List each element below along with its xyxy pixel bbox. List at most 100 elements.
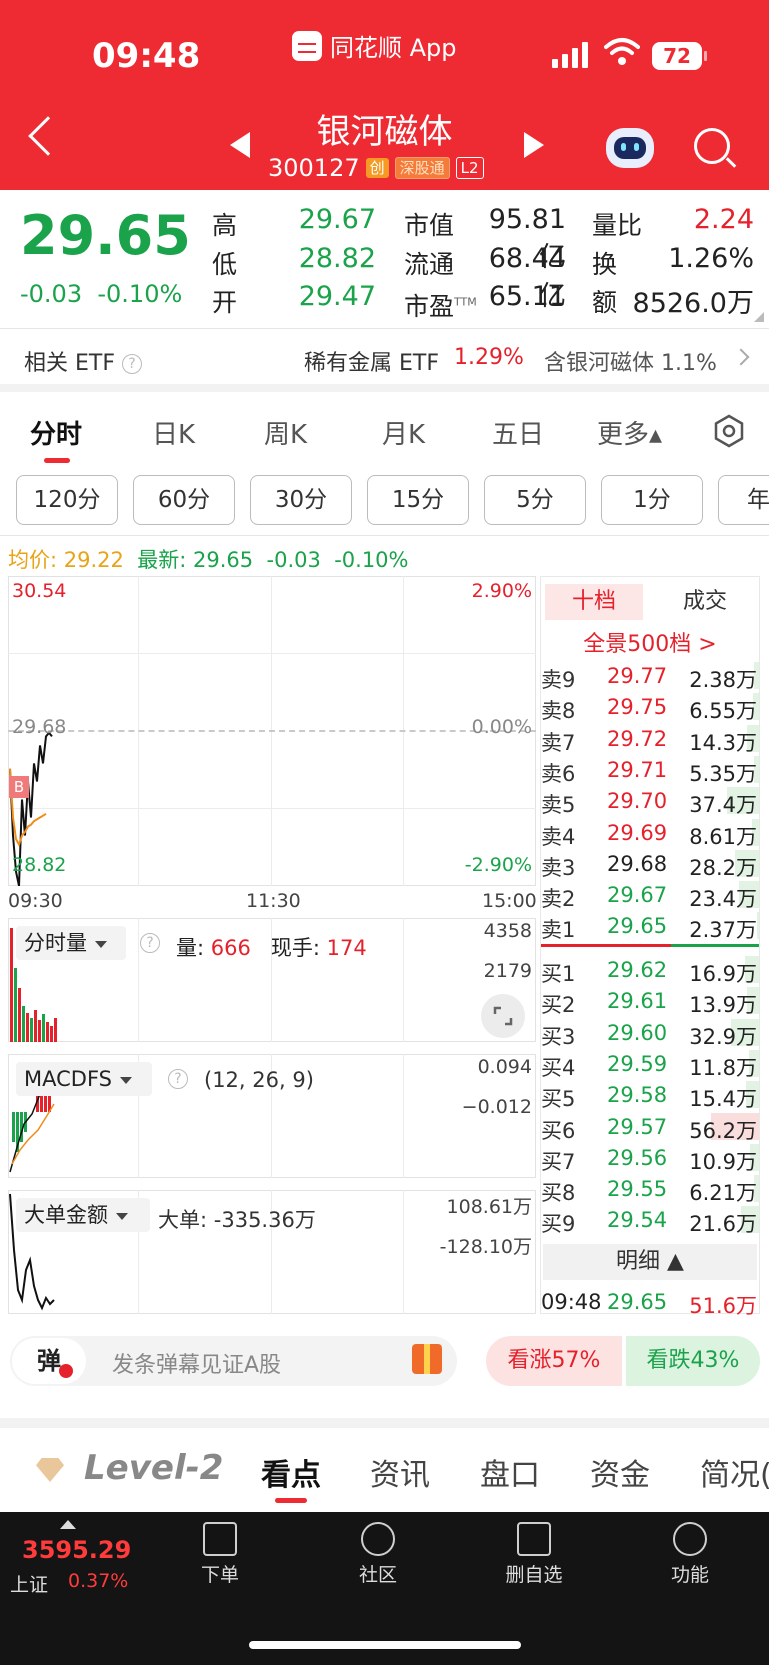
buy-level-row[interactable]: 买3 29.60 32.9万 bbox=[541, 1017, 759, 1049]
tab-five-day[interactable]: 五日 bbox=[492, 414, 544, 451]
etf-label-row[interactable]: 相关 ETF ? bbox=[24, 345, 142, 377]
nav-functions[interactable]: 功能 bbox=[650, 1522, 730, 1587]
etf-name[interactable]: 稀有金属 ETF bbox=[304, 345, 439, 377]
index-value[interactable]: 3595.29 bbox=[22, 1536, 131, 1564]
nav-remove-watchlist[interactable]: 删自选 bbox=[494, 1522, 574, 1587]
tab-ten-level[interactable]: 十档 bbox=[545, 584, 643, 620]
etf-pct: 1.29% bbox=[454, 345, 524, 370]
bigorder-readout: 大单: -335.36万 bbox=[158, 1204, 316, 1234]
stock-code-row: 300127 创 深股通 L2 bbox=[268, 154, 484, 182]
level-price: 29.57 bbox=[607, 1114, 668, 1139]
wifi-icon bbox=[604, 38, 640, 65]
help-icon[interactable]: ? bbox=[122, 354, 142, 374]
period-year[interactable]: 年 bbox=[718, 475, 769, 525]
level-volume: 15.4万 bbox=[689, 1087, 757, 1112]
chevron-right-icon[interactable] bbox=[732, 348, 750, 366]
full-depth-link[interactable]: 全景500档 > bbox=[541, 626, 759, 658]
level2-tab[interactable]: Level-2 bbox=[84, 1448, 223, 1488]
detail-toggle[interactable]: 明细 ▲ bbox=[543, 1244, 757, 1280]
buy-level-row[interactable]: 买4 29.59 11.8万 bbox=[541, 1048, 759, 1080]
sell-level-row[interactable]: 卖9 29.77 2.38万 bbox=[541, 660, 759, 692]
buy-marker[interactable]: B bbox=[9, 776, 29, 798]
settings-hex-icon[interactable] bbox=[712, 414, 746, 448]
level-volume: 16.9万 bbox=[689, 962, 757, 986]
tab-more[interactable]: 更多▴ bbox=[597, 414, 662, 451]
sell-level-row[interactable]: 卖5 29.70 37.4万 bbox=[541, 785, 759, 817]
tab-funds[interactable]: 资金 bbox=[590, 1450, 650, 1494]
index-pct: 0.37% bbox=[68, 1570, 129, 1592]
level-volume: 2.38万 bbox=[689, 668, 757, 692]
tab-weekly-k[interactable]: 周K bbox=[264, 414, 307, 451]
tab-news[interactable]: 资讯 bbox=[370, 1450, 430, 1494]
period-60m[interactable]: 60分 bbox=[133, 475, 235, 525]
tab-highlights[interactable]: 看点 bbox=[261, 1450, 321, 1494]
buy-level-row[interactable]: 买2 29.61 13.9万 bbox=[541, 985, 759, 1018]
tab-trades[interactable]: 成交 bbox=[656, 584, 754, 620]
y-mid-label: 29.68 bbox=[12, 716, 67, 738]
header-bar: 09:48 同花顺 App 72 银河磁体 300127 创 深股通 L2 bbox=[0, 0, 769, 190]
help-icon[interactable]: ? bbox=[168, 1069, 188, 1089]
volume-readout: 量: 666 现手: 174 bbox=[176, 932, 367, 962]
app-logo-icon bbox=[292, 30, 322, 61]
sell-level-row[interactable]: 卖3 29.68 28.2万 bbox=[541, 848, 759, 880]
tab-daily-k[interactable]: 日K bbox=[152, 414, 195, 451]
pct-bottom-label: -2.90% bbox=[464, 854, 532, 876]
latest-chg: -0.03 bbox=[266, 548, 321, 572]
period-1m[interactable]: 1分 bbox=[601, 475, 703, 525]
sell-level-row[interactable]: 卖4 29.69 8.61万 bbox=[541, 817, 759, 849]
buy-level-row[interactable]: 买7 29.56 10.9万 bbox=[541, 1142, 759, 1174]
expand-up-icon[interactable] bbox=[60, 1520, 76, 1529]
sell-level-row[interactable]: 卖8 29.75 6.55万 bbox=[541, 691, 759, 723]
macd-scale-top: 0.094 bbox=[477, 1056, 532, 1078]
turnover-value: 1.26% bbox=[668, 243, 754, 274]
latest-label: 最新: bbox=[137, 548, 187, 572]
level-label: 买7 bbox=[541, 1149, 576, 1174]
buy-level-row[interactable]: 买9 29.54 21.6万 bbox=[541, 1204, 759, 1237]
tab-indicator bbox=[44, 458, 70, 463]
tab-profile[interactable]: 简况( bbox=[700, 1450, 769, 1494]
tab-handicap[interactable]: 盘口 bbox=[480, 1450, 540, 1494]
level-label: 卖2 bbox=[541, 887, 576, 912]
gift-icon[interactable] bbox=[412, 1344, 442, 1374]
sell-level-row[interactable]: 卖6 29.71 5.35万 bbox=[541, 754, 759, 786]
fullscreen-icon[interactable] bbox=[481, 994, 525, 1038]
macd-indicator-select[interactable]: MACDFS bbox=[16, 1062, 152, 1096]
sell-level-row[interactable]: 卖2 29.67 23.4万 bbox=[541, 879, 759, 912]
level-volume: 13.9万 bbox=[689, 993, 757, 1018]
nav-community[interactable]: 社区 bbox=[338, 1522, 418, 1587]
vol-label: 量: bbox=[176, 936, 205, 960]
buy-level-row[interactable]: 买8 29.55 6.21万 bbox=[541, 1173, 759, 1205]
help-icon[interactable]: ? bbox=[140, 933, 160, 953]
turnover-label: 换 bbox=[592, 250, 618, 279]
sell-level-row[interactable]: 卖7 29.72 14.3万 bbox=[541, 723, 759, 755]
sell-level-row[interactable]: 卖1 29.65 2.37万 bbox=[541, 910, 759, 943]
buy-level-row[interactable]: 买5 29.58 15.4万 bbox=[541, 1079, 759, 1112]
bearish-vote-button[interactable]: 看跌43% bbox=[626, 1336, 760, 1386]
buy-level-row[interactable]: 买1 29.62 16.9万 bbox=[541, 954, 759, 986]
bigorder-indicator-select[interactable]: 大单金额 bbox=[16, 1198, 150, 1232]
pe-value: 65.11 bbox=[488, 281, 566, 312]
level-volume: 56.2万 bbox=[689, 1118, 757, 1143]
buy-level-row[interactable]: 买6 29.57 56.2万 bbox=[541, 1111, 759, 1143]
level-price: 29.65 bbox=[607, 914, 668, 939]
nav-community-label: 社区 bbox=[358, 1564, 397, 1586]
level-volume: 2.37万 bbox=[689, 918, 757, 943]
period-30m[interactable]: 30分 bbox=[250, 475, 352, 525]
level-label: 买9 bbox=[541, 1212, 576, 1237]
price-line-svg bbox=[9, 731, 53, 886]
period-15m[interactable]: 15分 bbox=[367, 475, 469, 525]
search-icon[interactable] bbox=[694, 128, 730, 164]
volume-indicator-select[interactable]: 分时量 bbox=[16, 926, 126, 960]
danmu-toggle-icon[interactable]: 弹 bbox=[12, 1338, 86, 1384]
nav-remove-label: 删自选 bbox=[505, 1564, 563, 1586]
period-5m[interactable]: 5分 bbox=[484, 475, 586, 525]
nav-order[interactable]: 下单 bbox=[180, 1522, 260, 1587]
bullish-vote-button[interactable]: 看涨57% bbox=[486, 1336, 622, 1386]
x-tick-close: 15:00 bbox=[482, 890, 537, 912]
robot-assistant-icon[interactable] bbox=[606, 128, 654, 168]
expand-corner-icon[interactable] bbox=[754, 312, 764, 322]
level-volume: 32.9万 bbox=[689, 1024, 757, 1049]
tab-monthly-k[interactable]: 月K bbox=[382, 414, 425, 451]
period-120m[interactable]: 120分 bbox=[16, 475, 118, 525]
tab-intraday[interactable]: 分时 bbox=[30, 414, 82, 451]
